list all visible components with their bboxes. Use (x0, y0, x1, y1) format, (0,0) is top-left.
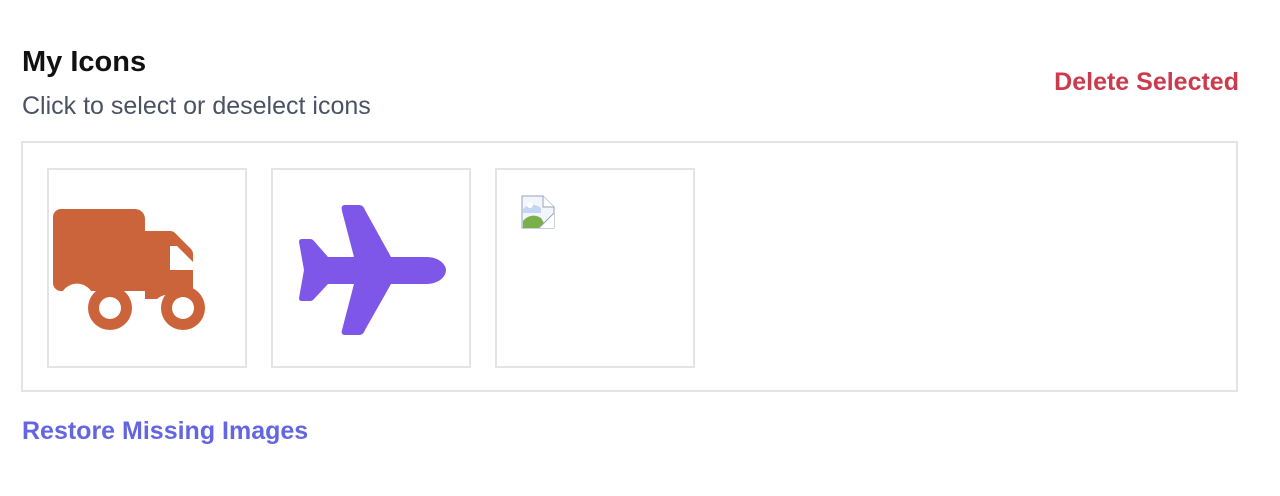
icon-tile-truck[interactable] (47, 168, 247, 368)
icon-tile-missing[interactable] (495, 168, 695, 368)
restore-missing-images-link[interactable]: Restore Missing Images (22, 414, 308, 448)
my-icons-panel: My Icons Click to select or deselect ico… (0, 0, 1280, 496)
icon-grid (21, 141, 1238, 392)
truck-icon (53, 209, 205, 330)
page-title: My Icons (22, 46, 147, 78)
broken-image-icon (521, 195, 555, 229)
airplane-icon (299, 205, 446, 335)
icon-tile-airplane[interactable] (271, 168, 471, 368)
delete-selected-button[interactable]: Delete Selected (1054, 65, 1239, 99)
page-subtitle: Click to select or deselect icons (22, 92, 371, 120)
